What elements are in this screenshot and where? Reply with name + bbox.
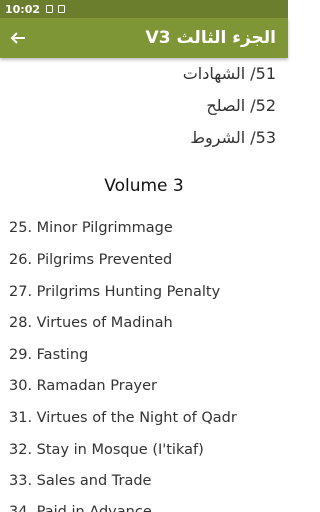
app-bar: V3 الجزء الثالث	[0, 18, 288, 58]
list-item[interactable]: 27. Prilgrims Hunting Penalty	[9, 284, 220, 300]
arabic-item[interactable]: 52/ الصلح	[206, 96, 276, 115]
arabic-item[interactable]: 53/ الشروط	[190, 128, 276, 147]
notification-icon	[58, 5, 66, 13]
status-time: 10:02	[5, 2, 41, 16]
list-item[interactable]: 29. Fasting	[9, 347, 88, 363]
arrow-left-icon	[10, 32, 25, 44]
list-item[interactable]: 25. Minor Pilgrimmage	[9, 220, 173, 236]
volume-title: Volume 3	[104, 176, 184, 196]
list-item[interactable]: 26. Pilgrims Prevented	[9, 252, 172, 268]
list-item[interactable]: 34. Paid in Advance	[9, 504, 152, 512]
list-item[interactable]: 28. Virtues of Madinah	[9, 315, 173, 331]
list-item[interactable]: 32. Stay in Mosque (I'tikaf)	[9, 442, 204, 458]
list-item[interactable]: 30. Ramadan Prayer	[9, 378, 157, 394]
sim-icon	[46, 5, 54, 13]
status-bar: 10:02	[0, 0, 288, 18]
list-item[interactable]: 33. Sales and Trade	[9, 473, 151, 489]
list-item[interactable]: 31. Virtues of the Night of Qadr	[9, 410, 237, 426]
arabic-item[interactable]: 51/ الشهادات	[183, 64, 276, 83]
content: 51/ الشهادات 52/ الصلح 53/ الشروط Volume…	[0, 58, 288, 512]
back-button[interactable]	[0, 18, 36, 58]
page-title: V3 الجزء الثالث	[145, 28, 276, 48]
